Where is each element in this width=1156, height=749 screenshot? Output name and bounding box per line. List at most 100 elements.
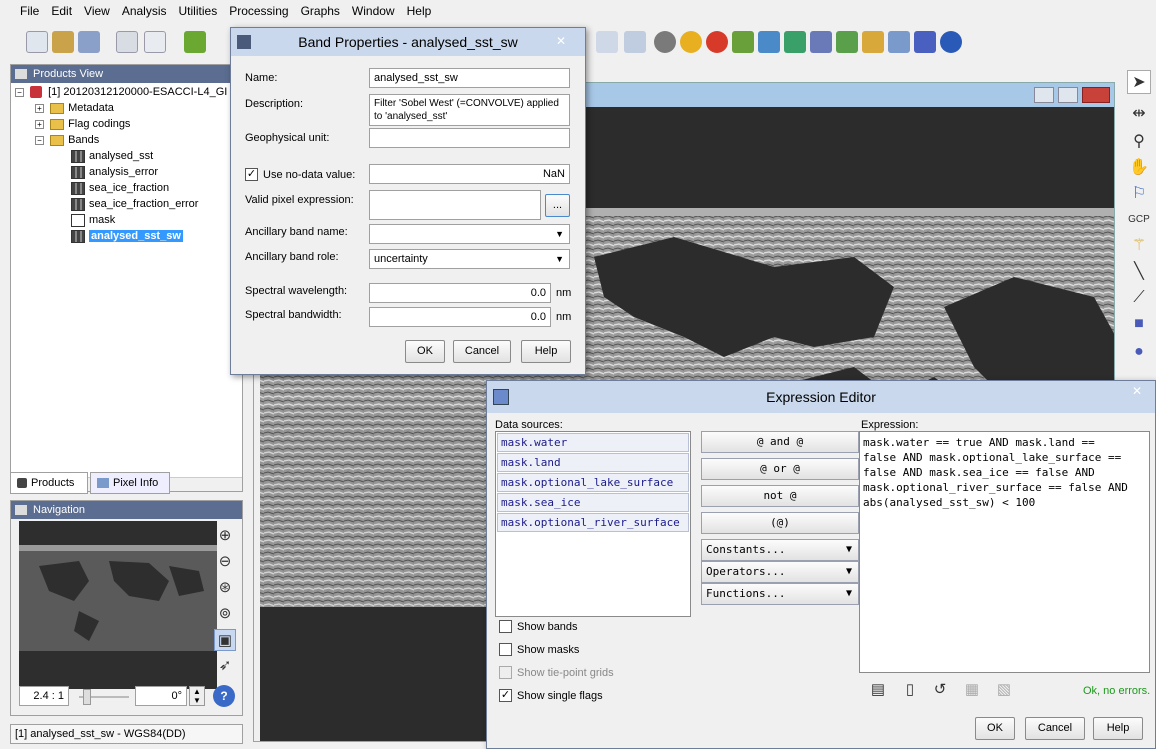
band-maths-icon[interactable] [116,31,138,53]
undo-icon[interactable]: ↺ [929,679,951,701]
or-operator-button[interactable]: @ or @ [701,458,859,480]
scatter-plot-icon[interactable] [732,31,754,53]
minimize-icon[interactable] [1034,87,1054,103]
clear-icon[interactable]: ▯ [899,679,921,701]
nodata-checkbox[interactable]: ✓ [245,168,258,181]
navigation-map[interactable] [19,521,217,689]
pan-tool-icon[interactable]: ✋ [1127,156,1151,180]
collapse-icon[interactable]: − [15,88,24,97]
collapse-icon[interactable]: − [35,136,44,145]
show-bands-checkbox[interactable] [499,620,512,633]
pin-placing-icon[interactable]: ⚐ [1127,182,1151,206]
menu-analysis[interactable]: Analysis [116,4,173,18]
range-finder-icon[interactable]: ⇹ [1127,102,1151,126]
band-item[interactable]: sea_ice_fraction_error [71,196,198,212]
nodata-field[interactable]: NaN [369,164,570,184]
menu-processing[interactable]: Processing [223,4,294,18]
ellipse-draw-icon[interactable]: ● [1127,340,1151,364]
menu-help[interactable]: Help [401,4,438,18]
data-source-item[interactable]: mask.optional_lake_surface [497,473,689,492]
band-item[interactable]: analysis_error [71,164,158,180]
valid-expression-field[interactable] [369,190,541,220]
data-source-item[interactable]: mask.optional_river_surface [497,513,689,532]
edit-expression-button[interactable]: ... [545,194,570,217]
sync-cursor-icon[interactable]: ➶ [214,655,236,677]
ok-button[interactable]: OK [405,340,445,363]
tab-pixel-info[interactable]: Pixel Info [90,472,170,494]
and-operator-button[interactable]: @ and @ [701,431,859,453]
zoom-pixel-icon[interactable]: ⊛ [214,577,236,599]
statistics-icon[interactable] [784,31,806,53]
band-item[interactable]: sea_ice_fraction [71,180,169,196]
zoom-in-icon[interactable]: ⊕ [214,525,236,547]
spectrum-icon[interactable] [596,31,618,53]
new-product-icon[interactable] [26,31,48,53]
data-source-item[interactable]: mask.water [497,433,689,452]
expand-icon[interactable]: + [35,120,44,129]
menu-file[interactable]: File [14,4,45,18]
data-sources-list[interactable]: mask.water mask.land mask.optional_lake_… [495,431,691,617]
chart-icon[interactable] [914,31,936,53]
band-item[interactable]: analysed_sst [71,148,153,164]
profile-icon[interactable] [624,31,646,53]
help-button[interactable]: Help [521,340,571,363]
operators-dropdown[interactable]: Operators... ▼ [701,561,859,583]
help-icon[interactable]: ? [213,685,235,707]
cancel-button[interactable]: Cancel [1025,717,1085,740]
history-icon[interactable]: ▤ [867,679,889,701]
database-icon[interactable] [654,31,676,53]
cancel-button[interactable]: Cancel [453,340,511,363]
bandwidth-field[interactable]: 0.0 [369,307,551,327]
pin-manager-icon[interactable] [680,31,702,53]
gcp-manager-icon[interactable] [862,31,884,53]
name-field[interactable]: analysed_sst_sw [369,68,570,88]
close-icon[interactable]: ✕ [541,31,581,51]
show-single-flags-checkbox[interactable]: ✓ [499,689,512,702]
information-icon[interactable] [810,31,832,53]
menu-graphs[interactable]: Graphs [295,4,346,18]
description-field[interactable]: Filter 'Sobel West' (=CONVOLVE) applied … [369,94,570,126]
paste-icon[interactable]: ▧ [993,679,1015,701]
plugin-icon[interactable] [184,31,206,53]
functions-dropdown[interactable]: Functions... ▼ [701,583,859,605]
histogram-icon[interactable] [758,31,780,53]
rotation-field[interactable]: 0° [135,686,187,706]
rotation-slider[interactable] [79,687,129,707]
band-item-selected[interactable]: analysed_sst_sw [71,228,183,244]
copy-icon[interactable]: ▦ [961,679,983,701]
show-tie-point-grids-checkbox[interactable] [499,666,512,679]
tab-products[interactable]: Products [10,472,88,494]
tree-node-flag-codings[interactable]: + Flag codings [35,116,130,132]
ok-button[interactable]: OK [975,717,1015,740]
pin-red-icon[interactable] [706,31,728,53]
sync-views-icon[interactable]: ▣ [214,629,236,651]
band-item[interactable]: mask [71,212,115,228]
zoom-out-icon[interactable]: ⊖ [214,551,236,573]
data-source-item[interactable]: mask.land [497,453,689,472]
data-source-item[interactable]: mask.sea_ice [497,493,689,512]
restore-icon[interactable] [1058,87,1078,103]
tree-node-metadata[interactable]: + Metadata [35,100,114,116]
menu-utilities[interactable]: Utilities [173,4,224,18]
wavelength-field[interactable]: 0.0 [369,283,551,303]
gcp-placing-icon[interactable]: GCP [1127,208,1151,232]
expand-icon[interactable]: + [35,104,44,113]
magic-wand-icon[interactable]: ⚚ [1127,234,1151,258]
parentheses-button[interactable]: (@) [701,512,859,534]
tree-node-bands[interactable]: − Bands [35,132,99,148]
menu-edit[interactable]: Edit [45,4,78,18]
zoom-factor-field[interactable]: 2.4 : 1 [19,686,69,706]
ancillary-role-select[interactable]: uncertainty ▼ [369,249,570,269]
select-tool-icon[interactable]: ➤ [1127,70,1151,94]
help-button[interactable]: Help [1093,717,1143,740]
world-map-icon[interactable] [940,31,962,53]
expression-textarea[interactable]: mask.water == true AND mask.land == fals… [859,431,1150,673]
menu-window[interactable]: Window [346,4,401,18]
zoom-all-icon[interactable]: ⊚ [214,603,236,625]
polyline-draw-icon[interactable]: ⟋ [1127,286,1151,310]
close-icon[interactable]: ✕ [1123,381,1151,403]
time-series-icon[interactable] [836,31,858,53]
not-operator-button[interactable]: not @ [701,485,859,507]
properties-icon[interactable] [144,31,166,53]
zoom-tool-icon[interactable]: ⚲ [1127,130,1151,154]
